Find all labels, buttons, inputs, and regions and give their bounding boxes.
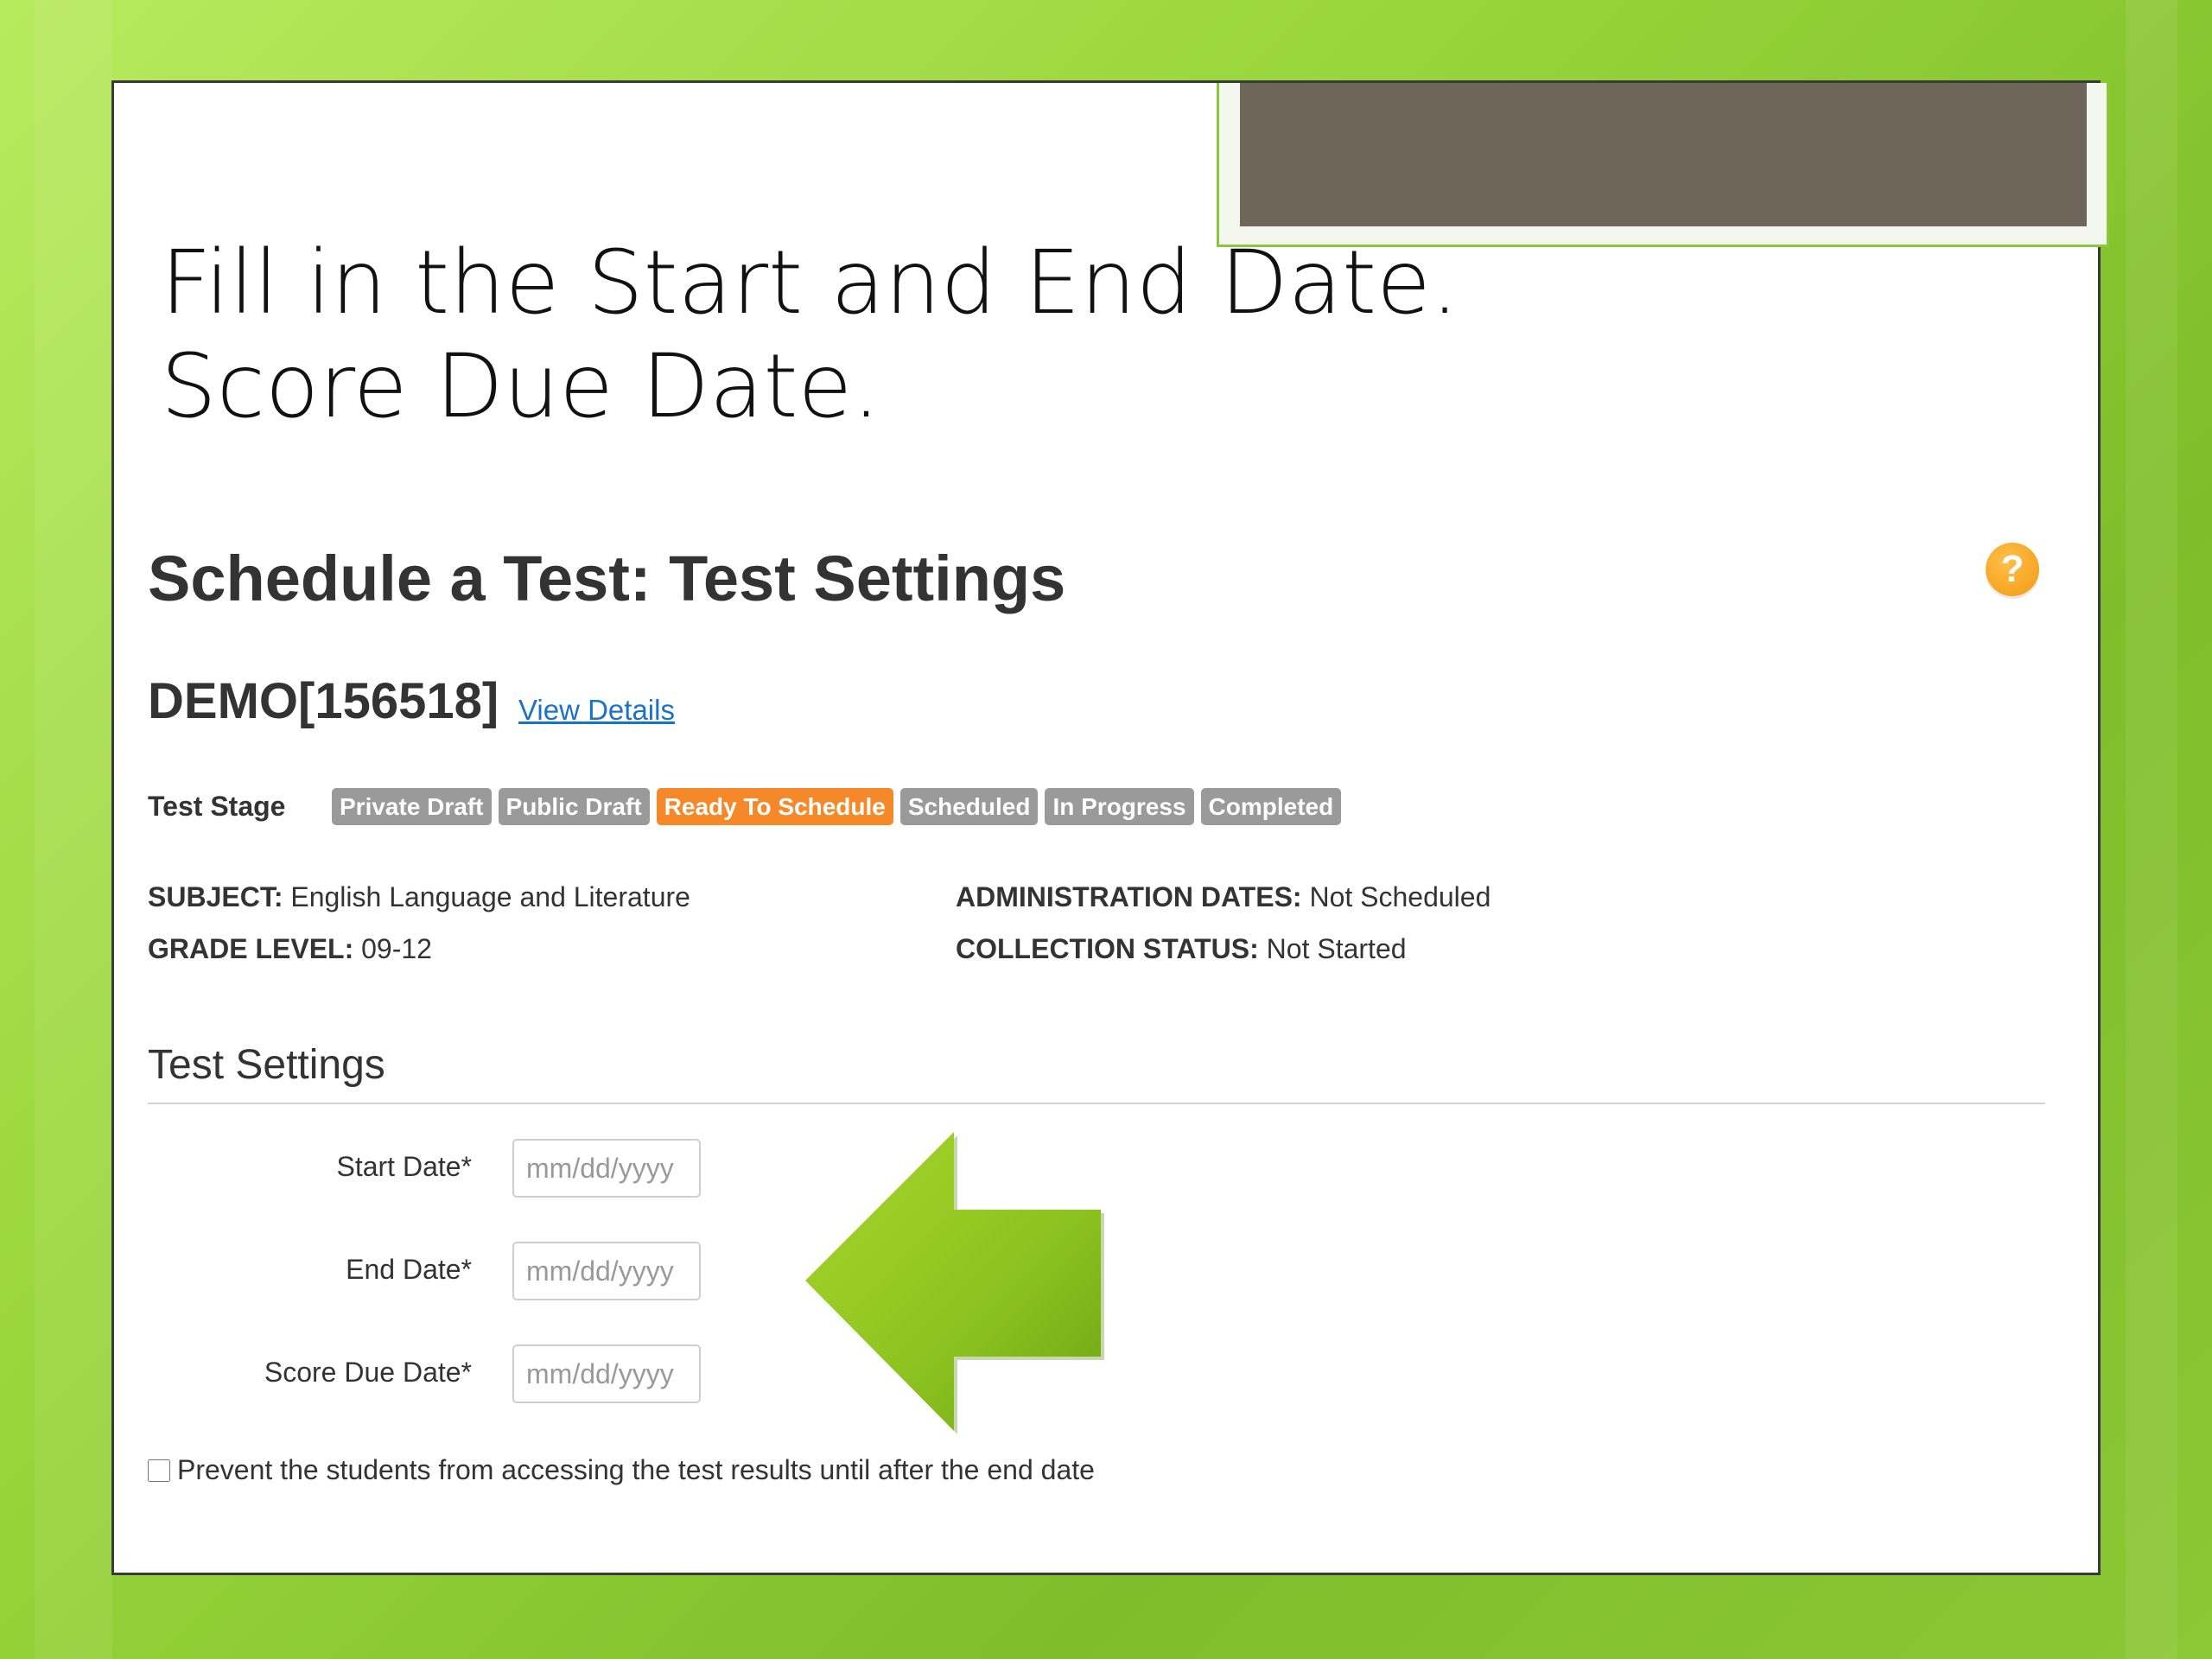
collection-status-info: COLLECTION STATUS: Not Started [956, 933, 1407, 965]
slide-instruction: Fill in the Start and End Date. Score Du… [161, 232, 1459, 439]
stage-completed: Completed [1200, 788, 1342, 825]
score-due-date-input[interactable] [512, 1344, 701, 1403]
subject-info: SUBJECT: English Language and Literature [148, 881, 690, 913]
instruction-line-1: Fill in the Start and End Date. [161, 232, 1459, 334]
administration-dates-info: ADMINISTRATION DATES: Not Scheduled [956, 881, 1491, 913]
grade-level-info: GRADE LEVEL: 09-12 [148, 933, 432, 965]
collection-status-value: Not Started [1266, 933, 1407, 964]
title-panel [1240, 83, 2087, 226]
background-decoration [2126, 0, 2177, 1659]
help-icon[interactable]: ? [1986, 543, 2039, 596]
prevent-results-option: Prevent the students from accessing the … [148, 1454, 1095, 1486]
start-date-label: Start Date* [336, 1151, 472, 1182]
view-details-link[interactable]: View Details [518, 694, 675, 727]
collection-status-label: COLLECTION STATUS: [956, 933, 1259, 964]
end-date-input[interactable] [512, 1242, 701, 1300]
prevent-results-label: Prevent the students from accessing the … [177, 1454, 1095, 1485]
page-title: Schedule a Test: Test Settings [148, 543, 1066, 614]
score-due-date-label: Score Due Date* [264, 1357, 472, 1388]
administration-dates-value: Not Scheduled [1309, 881, 1491, 912]
subject-value: English Language and Literature [290, 881, 690, 912]
test-settings-heading: Test Settings [148, 1042, 385, 1088]
instruction-line-2: Score Due Date. [161, 335, 880, 438]
stage-ready-to-schedule: Ready To Schedule [656, 788, 893, 825]
subject-label: SUBJECT: [148, 881, 283, 912]
grade-level-value: 09-12 [361, 933, 432, 964]
green-arrow-pointer-icon [805, 1132, 1104, 1434]
prevent-results-checkbox[interactable] [148, 1459, 170, 1482]
test-name: DEMO[156518] [148, 673, 499, 729]
stage-public-draft: Public Draft [498, 788, 650, 825]
background-decoration [35, 0, 112, 1659]
section-divider [148, 1103, 2045, 1104]
grade-level-label: GRADE LEVEL: [148, 933, 354, 964]
test-stage-label: Test Stage [148, 791, 286, 822]
stage-scheduled: Scheduled [899, 788, 1039, 825]
administration-dates-label: ADMINISTRATION DATES: [956, 881, 1302, 912]
stage-private-draft: Private Draft [332, 788, 492, 825]
title-frame [1217, 83, 2109, 247]
stage-in-progress: In Progress [1045, 788, 1194, 825]
end-date-label: End Date* [346, 1254, 472, 1285]
start-date-input[interactable] [512, 1139, 701, 1198]
test-stage-badges: Private Draft Public Draft Ready To Sche… [332, 788, 1342, 825]
